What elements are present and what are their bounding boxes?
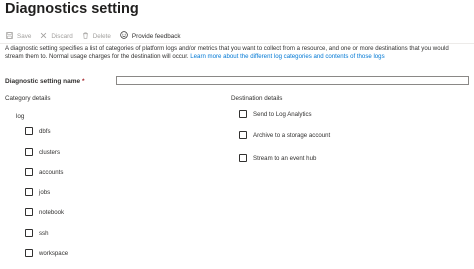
required-mark: * [81, 78, 85, 85]
provide-feedback-button[interactable]: Provide feedback [120, 31, 181, 41]
feedback-label: Provide feedback [131, 32, 181, 40]
category-item-notebook[interactable]: notebook [25, 208, 64, 216]
checkbox[interactable] [239, 154, 247, 162]
category-item-ssh[interactable]: ssh [25, 229, 48, 237]
category-item-jobs[interactable]: jobs [25, 188, 50, 196]
checkbox[interactable] [25, 127, 33, 135]
category-label: workspace [39, 249, 69, 257]
toolbar-divider [0, 43, 474, 44]
destination-label: Stream to an event hub [253, 154, 317, 162]
description: A diagnostic setting specifies a list of… [5, 45, 469, 62]
checkbox[interactable] [25, 249, 33, 257]
save-button[interactable]: Save [6, 31, 32, 41]
discard-label: Discard [51, 32, 73, 40]
discard-icon [40, 32, 47, 41]
destination-item-event-hub[interactable]: Stream to an event hub [239, 154, 316, 162]
log-group-label: log [16, 113, 25, 120]
delete-button[interactable]: Delete [82, 32, 111, 41]
category-details-heading: Category details [5, 95, 51, 102]
checkbox[interactable] [239, 131, 247, 139]
checkbox[interactable] [25, 208, 33, 216]
learn-more-link[interactable]: Learn more about the different log categ… [190, 53, 384, 60]
category-item-dbfs[interactable]: dbfs [25, 127, 51, 135]
save-label: Save [17, 32, 32, 40]
category-item-clusters[interactable]: clusters [25, 148, 60, 156]
page-title: Diagnostics setting [5, 1, 139, 17]
setting-name-input[interactable] [116, 76, 469, 85]
checkbox[interactable] [239, 110, 247, 118]
destination-item-log-analytics[interactable]: Send to Log Analytics [239, 110, 312, 118]
category-label: clusters [39, 148, 60, 156]
destination-details-heading: Destination details [231, 95, 283, 102]
category-label: jobs [39, 188, 51, 196]
checkbox[interactable] [25, 148, 33, 156]
category-label: accounts [39, 168, 64, 176]
category-item-workspace[interactable]: workspace [25, 249, 68, 257]
save-icon [6, 31, 13, 41]
setting-name-label-text: Diagnostic setting name [5, 78, 81, 85]
discard-button[interactable]: Discard [40, 32, 73, 41]
category-label: notebook [39, 208, 65, 216]
category-label: dbfs [39, 127, 51, 135]
category-item-accounts[interactable]: accounts [25, 168, 63, 176]
destination-label: Send to Log Analytics [253, 110, 312, 118]
checkbox[interactable] [25, 168, 33, 176]
delete-icon [82, 32, 89, 41]
category-label: ssh [39, 229, 49, 237]
checkbox[interactable] [25, 188, 33, 196]
setting-name-label: Diagnostic setting name * [5, 78, 84, 85]
delete-label: Delete [92, 32, 111, 40]
destination-label: Archive to a storage account [253, 131, 331, 139]
checkbox[interactable] [25, 229, 33, 237]
smiley-icon [120, 31, 128, 41]
toolbar: Save Discard Delete Provide feedback [6, 29, 190, 43]
destination-item-storage-account[interactable]: Archive to a storage account [239, 131, 330, 139]
